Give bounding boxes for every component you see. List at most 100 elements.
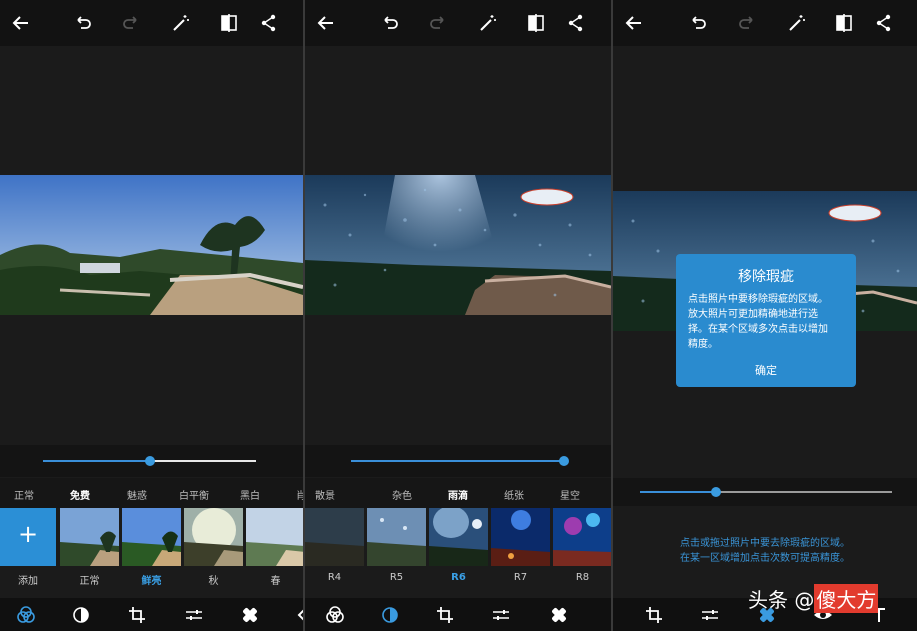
bottom-tool-bar [305,598,611,631]
undo-icon[interactable] [72,12,94,34]
heal-hint-text: 点击或拖过照片中要去除瑕疵的区域。 在某一区域增加点击次数可提高精度。 [613,536,917,566]
overlay-icon[interactable] [380,605,400,625]
editor-panel-heal: 移除瑕疵 点击照片中要移除瑕疵的区域。 放大照片可更加精确地进行选 择。在某个区… [613,0,917,631]
editor-panel-overlays: 散景 杂色 雨滴 纸张 星空 R4 R5 R6 R7 R8 [305,0,611,631]
compare-icon[interactable] [525,12,547,34]
magic-wand-icon[interactable] [786,12,808,34]
brush-size-slider-knob[interactable] [710,487,721,497]
overlay-icon[interactable] [71,605,91,625]
category-bokeh[interactable]: 散景 [315,487,335,502]
top-toolbar [0,0,303,46]
overlay-thumb-r4[interactable] [305,508,364,566]
category-strip: 正常 免费 魅惑 白平衡 黑白 肖 [0,478,303,508]
crop-icon[interactable] [644,605,664,625]
redo-icon[interactable] [120,12,142,34]
share-icon[interactable] [258,12,280,34]
screenshot-collage: 正常 免费 魅惑 白平衡 黑白 肖 + 添加 正常 鲜亮 秋 春 散景 杂色 雨… [0,0,917,631]
category-black-white[interactable]: 黑白 [240,487,260,502]
thumb-label-selected: R6 [451,572,466,583]
top-toolbar [613,0,917,46]
watermark: 头条 @ 傻大方 [748,584,879,613]
dialog-title: 移除瑕疵 [738,269,794,285]
magic-wand-icon[interactable] [477,12,499,34]
thumb-label: 秋 [208,576,219,587]
category-noise[interactable]: 杂色 [392,487,412,502]
hint-line: 点击或拖过照片中要去除瑕疵的区域。 [680,538,850,549]
intensity-slider-bar [0,445,303,477]
look-thumb-spring[interactable] [246,508,303,566]
look-thumb-autumn[interactable] [184,508,243,566]
category-free[interactable]: 免费 [70,487,90,502]
add-look-button[interactable]: + [0,508,56,566]
crop-icon[interactable] [435,605,455,625]
thumb-label: R4 [327,572,342,583]
overlay-thumb-r8[interactable] [553,508,611,566]
intensity-slider-track[interactable] [351,460,564,462]
hint-line: 在某一区域增加点击次数可提高精度。 [680,553,850,564]
intensity-slider-bar [305,445,611,477]
overlay-thumb-r7[interactable] [491,508,550,566]
looks-icon[interactable] [16,605,36,625]
back-arrow-icon[interactable] [623,12,645,34]
brush-size-slider-bar [613,478,917,506]
adjust-icon[interactable] [491,605,511,625]
heal-icon[interactable] [549,605,569,625]
thumb-label-selected: 鲜亮 [141,576,162,587]
top-toolbar [305,0,611,46]
thumb-label: R8 [575,572,590,583]
category-normal[interactable]: 正常 [14,487,34,502]
thumb-label: R7 [513,572,528,583]
undo-icon[interactable] [379,12,401,34]
dialog-body: 点击照片中要移除瑕疵的区域。 放大照片可更加精确地进行选 择。在某个区域多次点击… [688,292,844,352]
compare-icon[interactable] [833,12,855,34]
heal-tip-dialog: 移除瑕疵 点击照片中要移除瑕疵的区域。 放大照片可更加精确地进行选 择。在某个区… [676,254,856,387]
dialog-body-line: 点击照片中要移除瑕疵的区域。 [688,294,828,305]
overlay-thumbnails [305,508,611,566]
compare-icon[interactable] [218,12,240,34]
crop-icon[interactable] [127,605,147,625]
thumb-label: 正常 [79,576,100,587]
adjust-icon[interactable] [700,605,720,625]
dialog-body-line: 放大照片可更加精确地进行选 [688,309,818,320]
category-strip: 散景 杂色 雨滴 纸张 星空 [305,478,611,508]
dialog-body-line: 精度。 [688,339,718,350]
category-paper[interactable]: 纸张 [504,487,524,502]
category-portrait[interactable]: 肖 [296,487,303,502]
redo-icon[interactable] [736,12,758,34]
thumb-label: R5 [389,572,404,583]
watermark-prefix: 头条 @ [748,588,815,612]
intensity-slider-knob[interactable] [559,456,569,466]
editor-panel-looks: 正常 免费 魅惑 白平衡 黑白 肖 + 添加 正常 鲜亮 秋 春 [0,0,303,631]
share-icon[interactable] [873,12,895,34]
share-icon[interactable] [565,12,587,34]
plus-icon: + [17,520,39,548]
brush-size-slider-track[interactable] [640,491,892,493]
thumb-label: 春 [270,576,281,587]
category-raindrop[interactable]: 雨滴 [448,487,468,502]
heal-icon[interactable] [240,605,260,625]
magic-wand-icon[interactable] [170,12,192,34]
intensity-slider-knob[interactable] [144,456,155,466]
overlay-thumb-r5[interactable] [367,508,426,566]
adjust-icon[interactable] [184,605,204,625]
undo-icon[interactable] [687,12,709,34]
back-arrow-icon[interactable] [315,12,337,34]
category-charm[interactable]: 魅惑 [127,487,147,502]
bottom-tool-bar [0,598,303,631]
category-starry[interactable]: 星空 [560,487,580,502]
add-label: 添加 [18,576,38,587]
look-thumb-vivid[interactable] [122,508,181,566]
photo-canvas[interactable] [0,175,303,315]
look-thumbnails: + [0,508,303,566]
overlay-thumb-r6[interactable] [429,508,488,566]
looks-icon[interactable] [325,605,345,625]
photo-canvas[interactable] [305,175,611,315]
watermark-highlight: 傻大方 [814,584,879,613]
dialog-ok-button[interactable]: 确定 [676,362,856,378]
back-arrow-icon[interactable] [10,12,32,34]
redo-icon[interactable] [427,12,449,34]
more-arrow-icon[interactable] [293,605,303,625]
dialog-body-line: 择。在某个区域多次点击以增加 [688,324,828,335]
look-thumb-normal[interactable] [60,508,119,566]
category-white-balance[interactable]: 白平衡 [179,487,209,502]
